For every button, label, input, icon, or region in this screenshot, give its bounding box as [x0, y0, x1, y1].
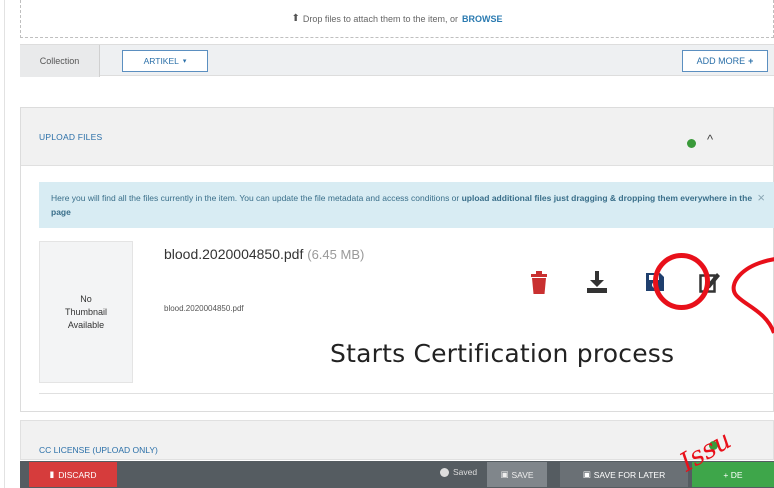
file-title: blood.2020004850.pdf (6.45 MB): [164, 246, 364, 262]
saved-status: Saved: [440, 467, 477, 477]
file-name: blood.2020004850.pdf: [164, 246, 304, 262]
save-floppy-icon: ▣: [582, 469, 591, 479]
close-icon[interactable]: ×: [757, 191, 765, 205]
upload-icon: ⬆: [291, 13, 300, 24]
collection-dropdown[interactable]: ARTIKEL ▾: [122, 50, 208, 72]
file-name-detail: blood.2020004850.pdf: [164, 304, 244, 313]
check-circle-icon: [687, 139, 696, 148]
plus-icon: +: [748, 56, 754, 66]
download-icon[interactable]: [586, 270, 608, 294]
alert-text: Here you will find all the files current…: [51, 193, 460, 203]
thumb-line-2: Thumbnail: [64, 306, 108, 317]
upload-files-header[interactable]: UPLOAD FILES ^: [21, 108, 773, 166]
save-later-label: SAVE FOR LATER: [593, 469, 666, 480]
info-alert: Here you will find all the files current…: [39, 182, 774, 228]
saved-label: Saved: [453, 467, 478, 477]
save-for-later-button[interactable]: ▣ SAVE FOR LATER: [560, 462, 688, 487]
annotation-arrow: [731, 257, 774, 334]
save-label: SAVE: [511, 469, 534, 480]
collection-dropdown-value: ARTIKEL: [143, 56, 179, 66]
add-more-label: ADD MORE: [696, 56, 746, 66]
cc-license-panel[interactable]: CC LICENSE (UPLOAD ONLY): [20, 420, 774, 460]
trash-icon: ▮: [49, 469, 55, 479]
discard-label: DISCARD: [58, 469, 97, 480]
collection-label: Collection: [20, 45, 100, 77]
panel-title: UPLOAD FILES: [39, 132, 103, 142]
dropzone-text: Drop files to attach them to the item, o…: [302, 13, 458, 24]
bottom-toolbar: ▮ DISCARD Saved ▣ SAVE ▣ SAVE FOR LATER …: [20, 461, 774, 488]
add-more-button[interactable]: ADD MORE +: [682, 50, 768, 72]
annotation-label: Starts Certification process: [330, 339, 675, 368]
thumb-line-3: Available: [67, 319, 105, 330]
check-circle-icon: [440, 467, 449, 477]
save-floppy-icon: ▣: [500, 469, 509, 479]
collection-row: Collection ARTIKEL ▾ ADD MORE +: [20, 44, 774, 77]
annotation-circle: [653, 253, 710, 310]
discard-button[interactable]: ▮ DISCARD: [29, 462, 117, 487]
page-left-border: [4, 0, 5, 488]
file-thumbnail: No Thumbnail Available: [39, 241, 133, 383]
browse-link[interactable]: BROWSE: [462, 14, 503, 24]
file-row-divider: [39, 393, 774, 394]
thumb-line-1: No: [80, 293, 92, 304]
file-size: (6.45 MB): [307, 247, 365, 262]
save-button[interactable]: ▣ SAVE: [487, 462, 547, 487]
caret-down-icon: ▾: [182, 58, 187, 65]
trash-icon[interactable]: [529, 271, 549, 295]
chevron-up-icon[interactable]: ^: [707, 132, 713, 147]
cc-license-title: CC LICENSE (UPLOAD ONLY): [39, 445, 158, 455]
file-dropzone[interactable]: ⬆ Drop files to attach them to the item,…: [20, 0, 774, 38]
deposit-label: + DE: [723, 469, 743, 480]
